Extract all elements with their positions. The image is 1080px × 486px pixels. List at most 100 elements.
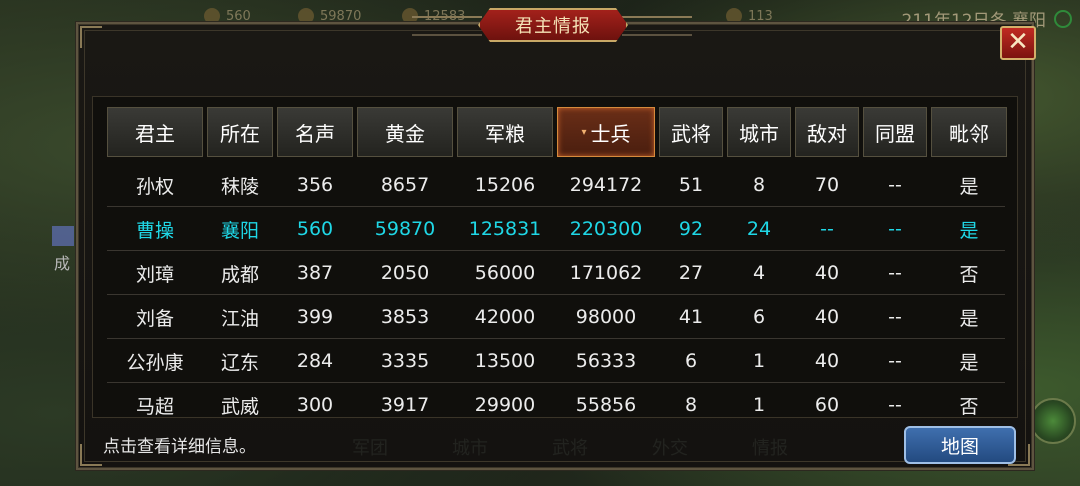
cell-location: 成都: [220, 263, 259, 286]
frame-corner: [80, 26, 102, 48]
cell-soldiers: 98000: [575, 306, 637, 328]
table-row[interactable]: 马超 武威 300 3917 29900 55856 8 1 60 -- 否: [107, 383, 1005, 418]
ruler-table: 君主 所在 名声 黄金 军粮 ▾ 士兵 武将 城市 敌对 同盟 毗邻 孙权 秣陵 35…: [92, 96, 1018, 418]
cell-adjacent: 是: [959, 351, 979, 374]
cell-adjacent: 否: [959, 263, 979, 286]
cell-cities: 24: [746, 218, 772, 240]
cell-adjacent: 是: [959, 219, 979, 242]
cell-location: 秣陵: [220, 175, 259, 198]
cell-ruler: 孙权: [135, 175, 174, 198]
cell-location: 武威: [220, 395, 259, 418]
title-ornament-right: [622, 16, 692, 36]
dialog-title: 君主情报: [478, 8, 628, 42]
cell-food: 29900: [474, 394, 536, 416]
ghost-tab: 城市: [452, 438, 488, 459]
cell-ruler: 刘璋: [135, 263, 174, 286]
col-header-location[interactable]: 所在: [207, 107, 273, 157]
cell-gold: 3853: [380, 306, 430, 328]
cell-generals: 8: [684, 394, 698, 416]
cell-food: 15206: [474, 174, 536, 196]
sort-desc-icon: ▾: [581, 126, 587, 138]
col-header-ruler[interactable]: 君主: [107, 107, 203, 157]
cell-reputation: 399: [296, 306, 334, 328]
col-header-food[interactable]: 军粮: [457, 107, 553, 157]
col-header-adjacent[interactable]: 毗邻: [931, 107, 1007, 157]
cell-generals: 6: [684, 350, 698, 372]
cell-alliance: --: [888, 350, 902, 372]
cell-reputation: 284: [296, 350, 334, 372]
col-header-generals[interactable]: 武将: [659, 107, 723, 157]
close-button[interactable]: ✕: [1000, 26, 1036, 60]
cell-hostile: 60: [814, 394, 840, 416]
cell-adjacent: 是: [959, 175, 979, 198]
cell-generals: 51: [678, 174, 704, 196]
cell-cities: 1: [752, 394, 766, 416]
cell-ruler: 刘备: [135, 307, 174, 330]
table-row[interactable]: 孙权 秣陵 356 8657 15206 294172 51 8 70 -- 是: [107, 163, 1005, 207]
ghost-tab: 武将: [552, 438, 588, 459]
cell-cities: 6: [752, 306, 766, 328]
cell-gold: 3917: [380, 394, 430, 416]
cell-location: 江油: [220, 307, 259, 330]
city-flag-icon: [52, 226, 74, 246]
col-header-reputation[interactable]: 名声: [277, 107, 353, 157]
map-city-label: 成: [54, 254, 71, 273]
cell-gold: 59870: [374, 218, 436, 240]
cell-soldiers: 220300: [569, 218, 643, 240]
cell-alliance: --: [888, 262, 902, 284]
cell-food: 125831: [468, 218, 542, 240]
table-row[interactable]: 曹操 襄阳 560 59870 125831 220300 92 24 -- -- 是: [107, 207, 1005, 251]
cell-location: 辽东: [220, 351, 259, 374]
cell-hostile: --: [820, 218, 834, 240]
cell-gold: 8657: [380, 174, 430, 196]
cell-adjacent: 否: [959, 395, 979, 418]
map-button[interactable]: 地图: [904, 426, 1016, 464]
cell-generals: 92: [678, 218, 704, 240]
cell-soldiers: 55856: [575, 394, 637, 416]
cell-ruler: 曹操: [135, 219, 174, 242]
cell-adjacent: 是: [959, 307, 979, 330]
cell-alliance: --: [888, 394, 902, 416]
title-ornament-left: [412, 16, 482, 36]
frame-corner: [80, 444, 102, 466]
cell-ruler: 马超: [135, 395, 174, 418]
cell-reputation: 300: [296, 394, 334, 416]
hint-text: 点击查看详细信息。: [103, 437, 256, 457]
cell-alliance: --: [888, 174, 902, 196]
cell-reputation: 387: [296, 262, 334, 284]
cell-generals: 27: [678, 262, 704, 284]
cell-generals: 41: [678, 306, 704, 328]
cell-hostile: 40: [814, 350, 840, 372]
cell-food: 42000: [474, 306, 536, 328]
map-action-icon[interactable]: [1030, 398, 1076, 444]
cell-alliance: --: [888, 218, 902, 240]
cell-food: 56000: [474, 262, 536, 284]
cell-reputation: 356: [296, 174, 334, 196]
table-row[interactable]: 刘璋 成都 387 2050 56000 171062 27 4 40 -- 否: [107, 251, 1005, 295]
settings-icon[interactable]: [1054, 10, 1072, 28]
cell-alliance: --: [888, 306, 902, 328]
table-row[interactable]: 刘备 江油 399 3853 42000 98000 41 6 40 -- 是: [107, 295, 1005, 339]
ghost-tab: 外交: [652, 438, 688, 459]
cell-hostile: 70: [814, 174, 840, 196]
col-header-alliance[interactable]: 同盟: [863, 107, 927, 157]
cell-ruler: 公孙康: [126, 351, 184, 374]
cell-reputation: 560: [296, 218, 334, 240]
cell-soldiers: 294172: [569, 174, 643, 196]
col-header-soldiers[interactable]: ▾ 士兵: [557, 107, 655, 157]
col-header-hostile[interactable]: 敌对: [795, 107, 859, 157]
cell-hostile: 40: [814, 262, 840, 284]
table-row[interactable]: 公孙康 辽东 284 3335 13500 56333 6 1 40 -- 是: [107, 339, 1005, 383]
cell-gold: 3335: [380, 350, 430, 372]
cell-cities: 1: [752, 350, 766, 372]
ghost-tab: 军团: [352, 438, 388, 459]
cell-soldiers: 171062: [569, 262, 643, 284]
cell-gold: 2050: [380, 262, 430, 284]
cell-location: 襄阳: [220, 219, 259, 242]
col-header-gold[interactable]: 黄金: [357, 107, 453, 157]
col-header-cities[interactable]: 城市: [727, 107, 791, 157]
cell-cities: 4: [752, 262, 766, 284]
cell-cities: 8: [752, 174, 766, 196]
cell-soldiers: 56333: [575, 350, 637, 372]
cell-food: 13500: [474, 350, 536, 372]
